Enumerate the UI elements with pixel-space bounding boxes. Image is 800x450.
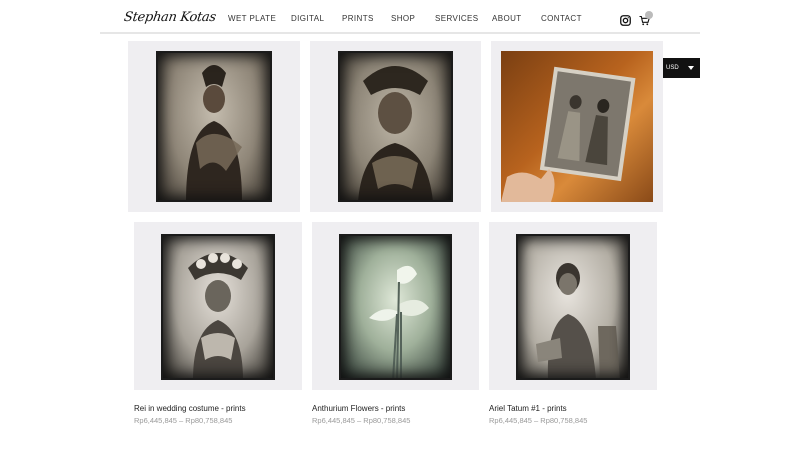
product-title[interactable]: Rei in wedding costume - prints [134,404,246,413]
product-image[interactable] [161,234,275,380]
currency-value: USD [666,65,679,71]
site-header: Stephan Kotas WET PLATE DIGITAL PRINTS S… [100,0,700,34]
nav-services[interactable]: SERVICES [435,14,479,23]
product-image[interactable] [156,51,272,202]
product-price: Rp6,445,845 – Rp80,758,845 [489,416,588,425]
product-title[interactable]: Anthurium Flowers - prints [312,404,405,413]
nav-wet-plate[interactable]: WET PLATE [228,14,276,23]
nav-prints[interactable]: PRINTS [342,14,374,23]
nav-about[interactable]: ABOUT [492,14,522,23]
caret-down-icon [688,66,694,70]
product-price: Rp6,445,845 – Rp80,758,845 [312,416,411,425]
product-card[interactable] [310,41,481,212]
nav-shop[interactable]: SHOP [391,14,415,23]
nav-contact[interactable]: CONTACT [541,14,582,23]
product-image[interactable] [516,234,630,380]
product-image[interactable] [501,51,653,202]
product-image[interactable] [339,234,452,380]
product-image[interactable] [338,51,453,202]
nav-digital[interactable]: DIGITAL [291,14,324,23]
product-card-anthurium[interactable] [312,222,479,390]
product-title[interactable]: Ariel Tatum #1 - prints [489,404,567,413]
product-card[interactable] [491,41,663,212]
product-card[interactable] [128,41,300,212]
product-card-rei[interactable] [134,222,302,390]
site-logo[interactable]: Stephan Kotas [123,10,217,25]
currency-selector[interactable]: USD [660,58,700,78]
instagram-icon[interactable] [620,13,631,31]
cart-count-badge [645,11,653,19]
product-card-ariel[interactable] [489,222,657,390]
product-price: Rp6,445,845 – Rp80,758,845 [134,416,233,425]
